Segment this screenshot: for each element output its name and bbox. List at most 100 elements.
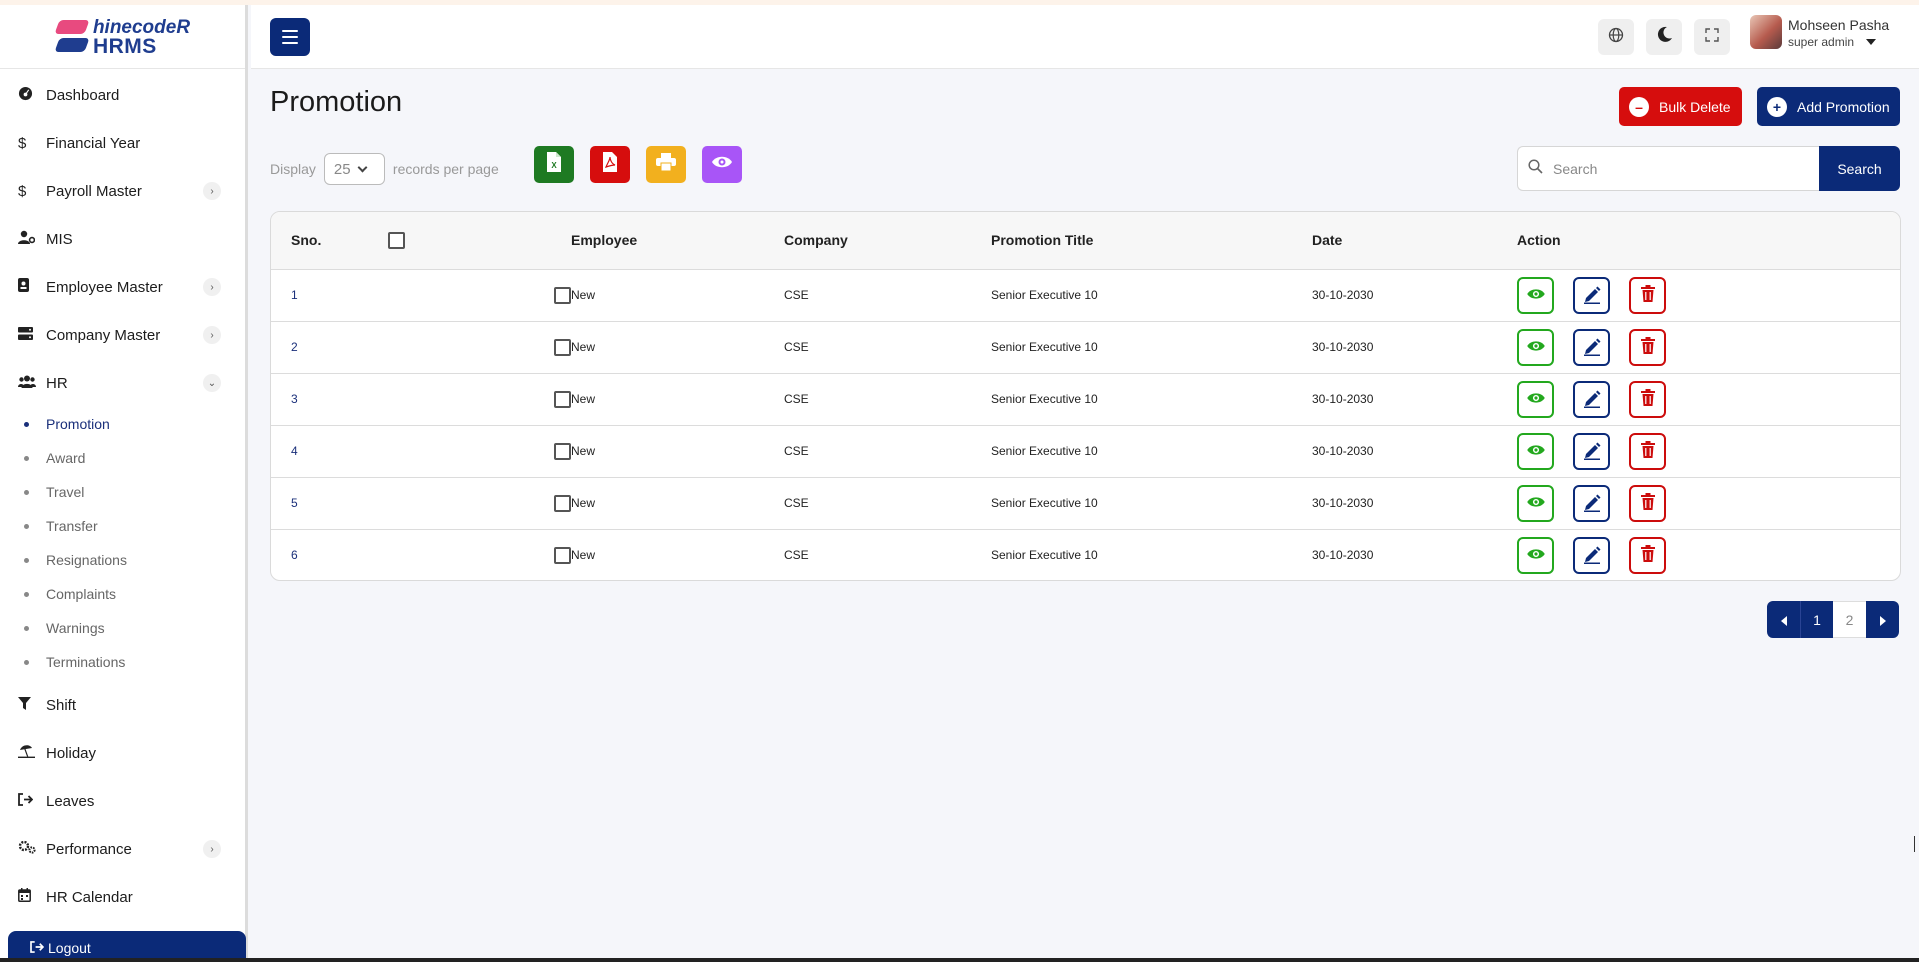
view-button[interactable]	[1517, 484, 1554, 522]
view-button[interactable]	[1517, 328, 1554, 366]
display-label: Display	[270, 161, 316, 177]
sidebar-subitem-promotion[interactable]: Promotion	[0, 407, 245, 441]
delete-button[interactable]	[1629, 432, 1666, 470]
cell-sno[interactable]: 2	[271, 321, 401, 373]
column-header-sno[interactable]: Sno.	[271, 212, 401, 270]
chevron-right-icon[interactable]: ›	[203, 326, 221, 344]
view-button[interactable]	[1517, 432, 1554, 470]
delete-button[interactable]	[1629, 484, 1666, 522]
edit-button[interactable]	[1573, 536, 1610, 574]
row-checkbox[interactable]	[554, 338, 571, 356]
chevron-right-icon[interactable]: ›	[203, 182, 221, 200]
chevron-down-icon[interactable]: ⌄	[203, 374, 221, 392]
sidebar-subitem-travel[interactable]: Travel	[0, 475, 245, 509]
row-checkbox[interactable]	[554, 390, 571, 408]
search-input[interactable]	[1553, 160, 1803, 177]
cell-date: 30-10-2030	[1312, 548, 1374, 563]
sno-link[interactable]: 4	[291, 444, 298, 458]
column-header-date[interactable]: Date	[1312, 212, 1517, 270]
row-checkbox[interactable]	[554, 442, 571, 460]
add-promotion-button[interactable]: + Add Promotion	[1757, 87, 1900, 126]
pencil-icon	[1582, 388, 1602, 411]
row-checkbox[interactable]	[554, 494, 571, 512]
sno-link[interactable]: 6	[291, 548, 298, 562]
view-button[interactable]	[1517, 380, 1554, 418]
bullet-icon	[24, 421, 29, 427]
column-header-promotion-title[interactable]: Promotion Title	[991, 212, 1312, 270]
delete-button[interactable]	[1629, 536, 1666, 574]
edit-button[interactable]	[1573, 432, 1610, 470]
edit-button[interactable]	[1573, 484, 1610, 522]
expand-icon	[1705, 27, 1719, 47]
view-button[interactable]	[1517, 536, 1554, 574]
row-checkbox[interactable]	[554, 546, 571, 564]
sidebar-subitem-warnings[interactable]: Warnings	[0, 611, 245, 645]
sidebar-subitem-complaints[interactable]: Complaints	[0, 577, 245, 611]
cell-company: CSE	[784, 288, 809, 302]
bulk-delete-label: Bulk Delete	[1659, 98, 1731, 115]
sidebar-item-employee-master[interactable]: Employee Master ›	[0, 263, 245, 311]
search-button[interactable]: Search	[1819, 146, 1900, 191]
excel-export-button[interactable]: X	[534, 146, 574, 183]
subitem-label: Complaints	[46, 586, 117, 602]
subitem-label: Warnings	[46, 620, 105, 636]
view-button[interactable]	[1517, 276, 1554, 314]
sidebar-item-payroll-master[interactable]: $ Payroll Master ›	[0, 167, 245, 215]
page-button-1[interactable]: 1	[1800, 601, 1833, 638]
sidebar-item-company-master[interactable]: Company Master ›	[0, 311, 245, 359]
print-button[interactable]	[646, 146, 686, 183]
cell-sno[interactable]: 4	[271, 425, 401, 477]
bulk-delete-button[interactable]: – Bulk Delete	[1619, 87, 1742, 126]
row-checkbox[interactable]	[554, 286, 571, 304]
table-row: 6 New CSE Senior Executive 10 30-10-2030	[271, 529, 1900, 580]
language-button[interactable]	[1598, 19, 1634, 55]
column-header-employee[interactable]: Employee	[571, 212, 784, 270]
delete-button[interactable]	[1629, 328, 1666, 366]
prev-page-button[interactable]	[1767, 601, 1800, 638]
delete-button[interactable]	[1629, 380, 1666, 418]
sidebar-subitem-transfer[interactable]: Transfer	[0, 509, 245, 543]
pdf-export-button[interactable]	[590, 146, 630, 183]
sidebar-item-holiday[interactable]: Holiday	[0, 729, 245, 777]
column-visibility-button[interactable]	[702, 146, 742, 183]
sidebar-item-label: Holiday	[46, 744, 97, 762]
cell-promotion-title: Senior Executive 10	[991, 340, 1098, 354]
sno-link[interactable]: 3	[291, 392, 298, 406]
cell-sno[interactable]: 1	[271, 269, 401, 321]
cell-company: CSE	[784, 340, 809, 354]
sidebar-item-mis[interactable]: MIS	[0, 215, 245, 263]
sidebar-subitem-resignations[interactable]: Resignations	[0, 543, 245, 577]
logo[interactable]: hinecodeR HRMS	[0, 5, 245, 69]
hamburger-menu-button[interactable]	[270, 18, 310, 56]
hr-submenu: Promotion Award Travel Transfer Resignat…	[0, 407, 245, 679]
delete-button[interactable]	[1629, 276, 1666, 314]
cell-sno[interactable]: 5	[271, 477, 401, 529]
sno-link[interactable]: 5	[291, 496, 298, 510]
sidebar-subitem-award[interactable]: Award	[0, 441, 245, 475]
column-header-company[interactable]: Company	[784, 212, 991, 270]
edit-button[interactable]	[1573, 276, 1610, 314]
sidebar-subitem-terminations[interactable]: Terminations	[0, 645, 245, 679]
dark-mode-toggle[interactable]	[1646, 19, 1682, 55]
sidebar-item-hr-calendar[interactable]: HR Calendar	[0, 873, 245, 921]
next-page-button[interactable]	[1866, 601, 1899, 638]
user-menu[interactable]: Mohseen Pasha super admin	[1750, 15, 1889, 49]
sidebar-item-shift[interactable]: Shift	[0, 681, 245, 729]
per-page-select[interactable]: 25	[323, 153, 385, 185]
select-all-checkbox[interactable]	[388, 232, 405, 250]
sno-link[interactable]: 2	[291, 340, 298, 354]
page-button-2[interactable]: 2	[1833, 601, 1866, 638]
sidebar-item-dashboard[interactable]: Dashboard	[0, 71, 245, 119]
sidebar-item-performance[interactable]: Performance ›	[0, 825, 245, 873]
edit-button[interactable]	[1573, 328, 1610, 366]
sidebar-item-leaves[interactable]: Leaves	[0, 777, 245, 825]
chevron-right-icon[interactable]: ›	[203, 840, 221, 858]
cell-sno[interactable]: 3	[271, 373, 401, 425]
sno-link[interactable]: 1	[291, 288, 298, 302]
fullscreen-button[interactable]	[1694, 19, 1730, 55]
cell-sno[interactable]: 6	[271, 529, 401, 580]
sidebar-item-financial-year[interactable]: $ Financial Year	[0, 119, 245, 167]
edit-button[interactable]	[1573, 380, 1610, 418]
chevron-right-icon[interactable]: ›	[203, 278, 221, 296]
sidebar-item-hr[interactable]: HR ⌄	[0, 359, 245, 407]
